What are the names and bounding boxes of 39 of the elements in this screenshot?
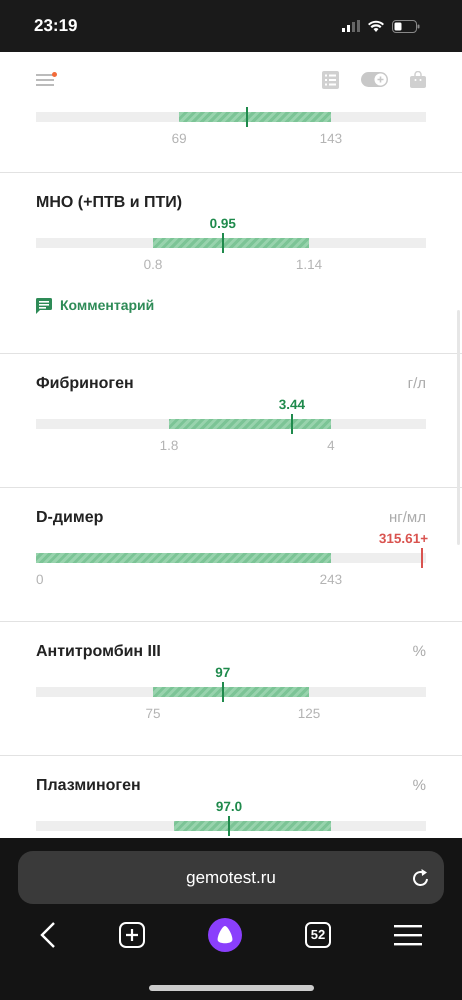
range-limit: 143 [320, 130, 342, 148]
result-value: 0.95 [210, 215, 236, 233]
indicator-title: МНО (+ПТВ и ПТИ) [36, 193, 182, 213]
reload-icon[interactable] [412, 868, 430, 887]
range-limit: 125 [298, 704, 320, 722]
range-limit: 75 [145, 704, 161, 722]
range-limit: 1.14 [296, 256, 322, 274]
back-icon[interactable] [40, 922, 56, 948]
range-limit: 0 [36, 570, 44, 588]
result-value: 315.61+ [378, 530, 428, 548]
range-limit: 4 [327, 436, 335, 454]
indicator-title: Плазминоген [36, 776, 141, 796]
signal-icon [342, 20, 360, 32]
result-value: 97.0 [216, 798, 242, 816]
result-value: 97 [215, 664, 230, 682]
unit-label: нг/мл [389, 508, 426, 528]
range-limit: 243 [320, 570, 342, 588]
indicator-title: Антитромбин III [36, 642, 161, 662]
address-bar[interactable]: gemotest.ru [18, 851, 444, 904]
comment-icon [36, 298, 52, 314]
comment-link[interactable]: Комментарий [36, 295, 154, 316]
indicator-title: D-димер [36, 508, 104, 528]
range-limit: 69 [172, 130, 187, 148]
assistant-icon[interactable] [208, 918, 242, 952]
indicator-title: Фибриноген [36, 374, 134, 394]
unit-label: % [412, 642, 426, 662]
battery-icon [392, 20, 420, 32]
wifi-icon [368, 20, 384, 32]
menu-icon[interactable] [394, 924, 422, 946]
tabs-button[interactable]: 52 [305, 922, 331, 948]
unit-label: % [412, 776, 426, 796]
range-limit: 0.8 [144, 256, 162, 274]
new-tab-icon[interactable] [119, 922, 145, 948]
url-text: gemotest.ru [186, 866, 276, 889]
toggle-plus-icon[interactable] [361, 72, 388, 87]
unit-label: г/л [408, 374, 426, 394]
range-limit: 1.8 [160, 436, 178, 454]
result-value: 3.44 [278, 396, 305, 414]
status-time: 23:19 [34, 15, 78, 38]
